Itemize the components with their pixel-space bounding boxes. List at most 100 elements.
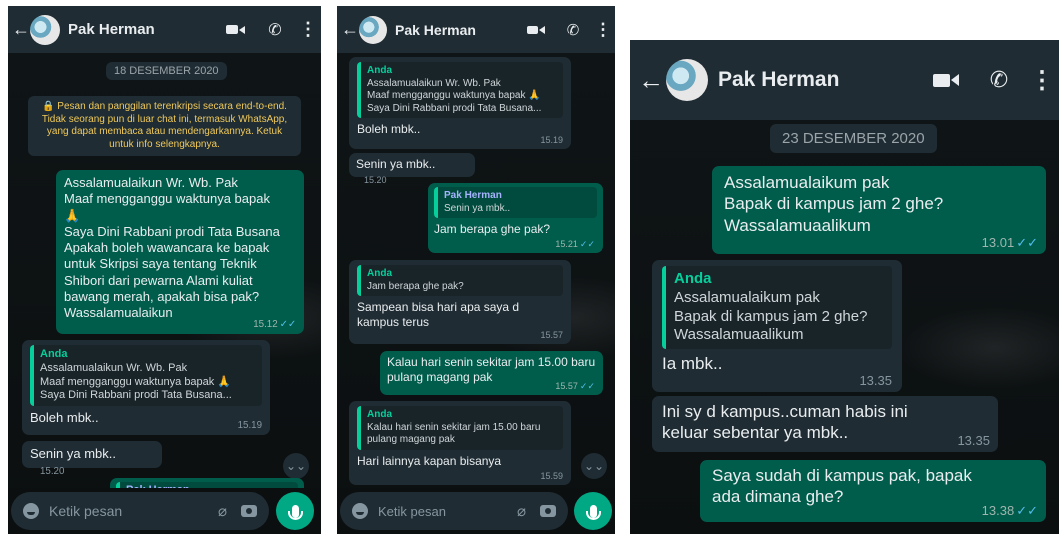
message-time: 13.35 [859,372,892,388]
quote-text: Senin ya mbk.. [444,202,511,214]
message-time: 15.20 [40,466,65,478]
message-text: Hari lainnya kapan bisanya [357,453,502,468]
scroll-down-button[interactable]: ⌄⌄ [581,453,607,479]
back-arrow-icon[interactable]: ← [12,19,30,40]
quote-text: Kalau hari senin sekitar jam 15.00 baru … [367,421,541,446]
chat-header: ← Pak Herman ✆ ⋮ [8,6,321,53]
message-input[interactable]: Ketik pesan ⌀ [11,492,269,530]
quoted-message[interactable]: Anda Assalamualaikum pak Bapak di kampus… [662,266,892,349]
phone-icon[interactable]: ✆ [555,21,591,39]
message-incoming[interactable]: Anda Assalamualaikum pak Bapak di kampus… [652,260,902,392]
contact-name[interactable]: Pak Herman [395,22,517,38]
phone-icon[interactable]: ✆ [255,20,295,40]
mic-icon [287,504,303,520]
message-outgoing[interactable]: Assalamualaikum pak Bapak di kampus jam … [712,166,1046,254]
back-arrow-icon[interactable]: ← [341,19,359,40]
message-incoming[interactable]: Ini sy d kampus..cuman habis ini keluar … [652,396,998,452]
date-chip: 23 DESEMBER 2020 [770,124,937,153]
video-call-icon[interactable] [919,73,973,87]
avatar[interactable] [30,14,60,45]
message-incoming[interactable]: Anda Assalamualaikun Wr. Wb. Pak Maaf me… [22,340,270,435]
chat-screen-3: ← Pak Herman ✆ ⋮ 23 DESEMBER 2020 Assala… [630,40,1059,534]
quoted-message[interactable]: Anda Kalau hari senin sekitar jam 15.00 … [357,406,563,450]
more-vert-icon[interactable]: ⋮ [591,20,615,40]
chat-header: ← Pak Herman ✆ ⋮ [337,6,615,53]
message-incoming[interactable]: Anda Jam berapa ghe pak? Sampean bisa ha… [349,260,571,344]
quote-author: Pak Herman [444,190,502,201]
mic-button[interactable] [276,492,314,530]
video-call-icon[interactable] [215,25,255,34]
quote-author: Anda [674,270,712,287]
camera-icon[interactable] [241,505,257,517]
quote-author: Anda [367,409,392,420]
message-time: 13.35 [957,432,990,448]
message-text: Sampean bisa hari apa saya d kampus teru… [357,300,520,329]
message-incoming[interactable]: Senin ya mbk.. 15.20 [22,441,162,477]
input-placeholder: Ketik pesan [378,503,446,519]
message-text: Boleh mbk.. [30,410,99,425]
chat-screen-1: ← Pak Herman ✆ ⋮ 18 DESEMBER 2020 🔒 Pesa… [8,6,321,534]
attach-icon[interactable]: ⌀ [218,502,227,520]
scroll-down-button[interactable]: ⌄⌄ [283,453,309,479]
chevron-down-icon: ⌄⌄ [583,459,605,473]
message-input[interactable]: Ketik pesan ⌀ [340,492,568,530]
message-time: 13.38 ✓✓ [981,502,1038,518]
more-vert-icon[interactable]: ⋮ [1025,66,1059,95]
message-text: Saya sudah di kampus pak, bapak ada dima… [712,466,972,507]
chat-screen-2: ← Pak Herman ✆ ⋮ Anda Assalamualaikun Wr… [337,6,615,534]
phone-icon[interactable]: ✆ [973,67,1025,93]
emoji-icon[interactable] [23,503,39,519]
message-time: 15.59 [540,470,563,481]
message-text: Ini sy d kampus..cuman habis ini keluar … [662,402,908,443]
quote-text: Assalamualaikun Wr. Wb. Pak Maaf menggan… [40,361,232,402]
message-list[interactable]: 23 DESEMBER 2020 Assalamualaikum pak Bap… [630,120,1059,534]
message-incoming[interactable]: Anda Assalamualaikun Wr. Wb. Pak Maaf me… [349,57,571,149]
contact-name[interactable]: Pak Herman [68,21,215,38]
double-check-icon: ✓✓ [1016,502,1038,518]
contact-name[interactable]: Pak Herman [718,68,919,92]
message-text: Senin ya mbk.. [30,446,116,461]
message-outgoing[interactable]: Pak Herman Senin ya mbk.. Jam berapa ghe… [428,183,603,253]
message-outgoing[interactable]: Saya sudah di kampus pak, bapak ada dima… [700,460,1046,522]
message-text: Senin ya mbk.. [356,157,436,171]
quoted-message[interactable]: Pak Herman Senin ya mbk.. [434,187,597,218]
message-list[interactable]: Anda Assalamualaikun Wr. Wb. Pak Maaf me… [337,53,615,534]
quote-author: Anda [40,348,68,360]
composer-bar: Ketik pesan ⌀ [337,488,615,534]
chat-header: ← Pak Herman ✆ ⋮ [630,40,1059,120]
input-placeholder: Ketik pesan [49,503,123,519]
avatar[interactable] [359,15,387,44]
emoji-icon[interactable] [352,503,368,519]
message-time: 13.01 ✓✓ [981,234,1038,250]
message-list[interactable]: 18 DESEMBER 2020 🔒 Pesan dan panggilan t… [8,53,321,534]
chevron-down-icon: ⌄⌄ [285,459,307,473]
message-incoming[interactable]: Anda Kalau hari senin sekitar jam 15.00 … [349,401,571,485]
message-outgoing[interactable]: Assalamualaikun Wr. Wb. Pak Maaf menggan… [56,170,304,334]
message-text: Ia mbk.. [662,354,723,373]
double-check-icon: ✓✓ [579,380,595,391]
mic-icon [585,504,601,520]
quoted-message[interactable]: Anda Assalamualaikun Wr. Wb. Pak Maaf me… [357,62,563,118]
message-incoming[interactable]: Senin ya mbk.. 15.20 [349,153,475,185]
quoted-message[interactable]: Anda Jam berapa ghe pak? [357,265,563,296]
quote-text: Jam berapa ghe pak? [367,280,464,292]
message-time: 15.57 [540,329,563,340]
date-chip: 18 DESEMBER 2020 [106,62,227,80]
more-vert-icon[interactable]: ⋮ [295,19,321,40]
camera-icon[interactable] [540,505,556,517]
message-text: Assalamualaikum pak Bapak di kampus jam … [724,173,944,235]
quote-text: Assalamualaikun Wr. Wb. Pak Maaf menggan… [367,77,542,114]
attach-icon[interactable]: ⌀ [517,502,526,520]
back-arrow-icon[interactable]: ← [638,65,664,96]
composer-bar: Ketik pesan ⌀ [8,488,321,534]
video-call-icon[interactable] [517,25,555,34]
message-outgoing[interactable]: Kalau hari senin sekitar jam 15.00 baru … [380,351,603,395]
avatar[interactable] [666,59,708,101]
double-check-icon: ✓✓ [279,318,296,330]
message-time: 15.12 ✓✓ [253,318,296,330]
message-time: 15.57 ✓✓ [555,380,595,391]
mic-button[interactable] [574,492,612,530]
encryption-notice[interactable]: 🔒 Pesan dan panggilan terenkripsi secara… [28,96,301,156]
quoted-message[interactable]: Anda Assalamualaikun Wr. Wb. Pak Maaf me… [30,345,262,406]
quote-author: Anda [367,65,392,76]
